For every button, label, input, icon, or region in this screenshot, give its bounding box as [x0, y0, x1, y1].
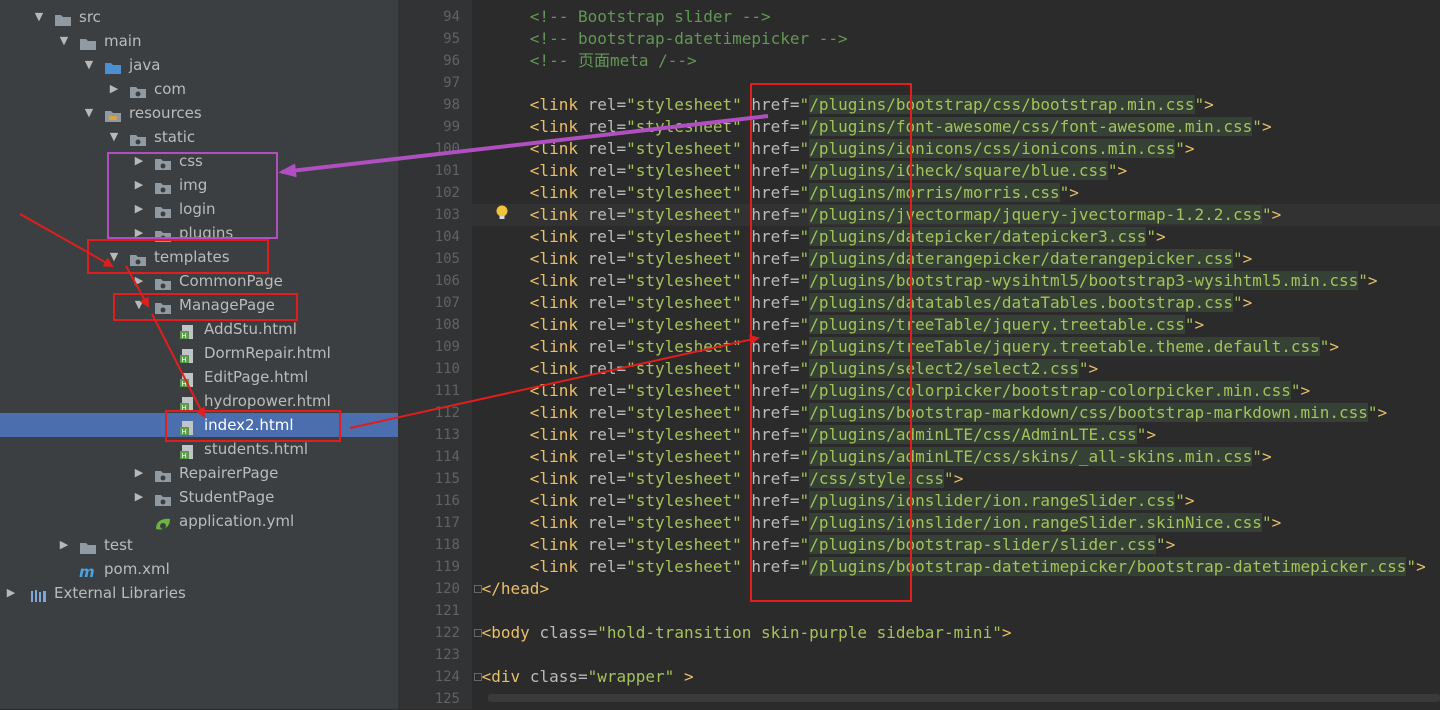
annotation-arrow-purple: [278, 114, 769, 178]
annotation-box-index2: [165, 410, 341, 442]
annotation-box-managepage: [113, 293, 298, 321]
annotation-box-static-folders: [107, 152, 278, 239]
annotation-arrow-red-href: [349, 334, 760, 429]
annotation-box-templates: [87, 239, 269, 274]
annotation-overlay: [19, 83, 912, 602]
annotation-arrow-red-index2: [151, 313, 205, 418]
annotation-box-href-column: [750, 83, 912, 602]
